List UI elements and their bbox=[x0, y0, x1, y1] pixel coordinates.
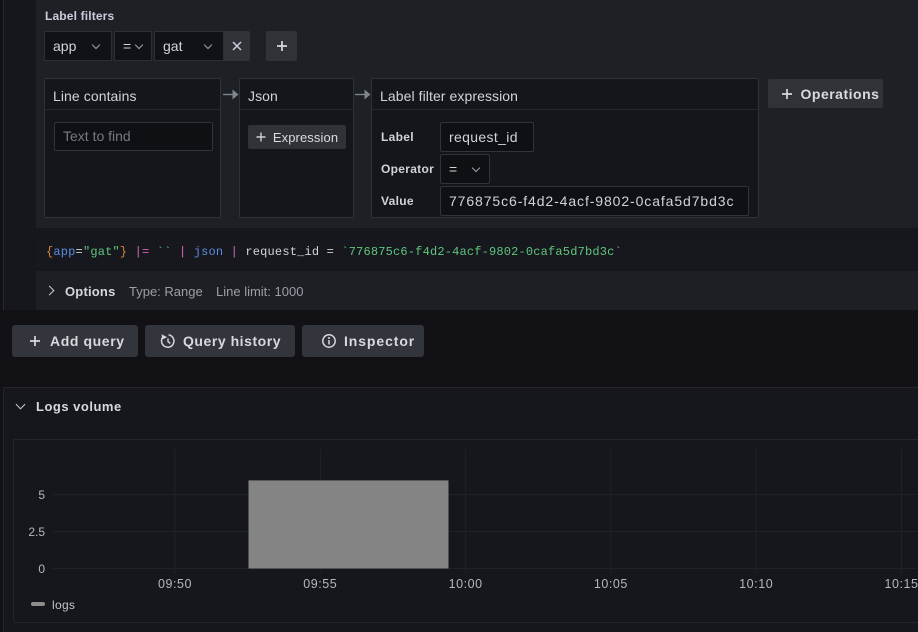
svg-text:5: 5 bbox=[38, 488, 45, 502]
svg-text:09:50: 09:50 bbox=[158, 577, 192, 591]
svg-text:09:55: 09:55 bbox=[303, 577, 337, 591]
svg-text:2.5: 2.5 bbox=[28, 525, 45, 539]
svg-text:logs: logs bbox=[52, 598, 75, 612]
svg-text:0: 0 bbox=[38, 562, 45, 576]
svg-text:10:05: 10:05 bbox=[594, 577, 628, 591]
svg-text:10:00: 10:00 bbox=[449, 577, 483, 591]
svg-text:10:15: 10:15 bbox=[884, 577, 918, 591]
svg-text:10:10: 10:10 bbox=[739, 577, 773, 591]
